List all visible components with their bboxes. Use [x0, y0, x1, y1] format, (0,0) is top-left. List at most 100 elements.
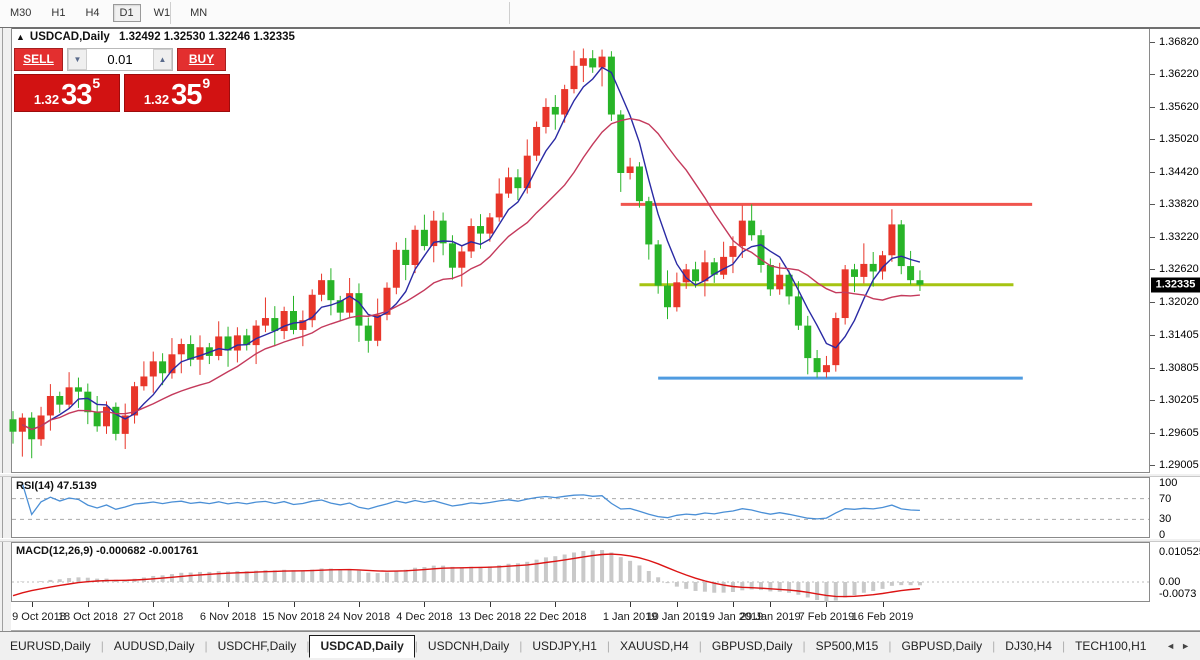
timeframe-button-d1[interactable]: D1	[113, 4, 141, 22]
axis-tick	[32, 602, 33, 607]
tab-gbpusd-daily[interactable]: GBPUSD,Daily	[891, 636, 992, 657]
axis-tick	[1150, 368, 1155, 369]
rsi-axis-label: 0	[1159, 529, 1165, 541]
x-axis-label: 27 Oct 2018	[123, 611, 183, 623]
axis-tick	[677, 602, 678, 607]
y-axis-label: 1.30205	[1159, 394, 1199, 406]
volume-stepper: ▼ 0.01 ▲	[67, 48, 173, 71]
axis-tick	[883, 602, 884, 607]
tab-sp500-m15[interactable]: SP500,M15	[806, 636, 889, 657]
collapse-trade-panel-icon[interactable]: ▲	[16, 32, 25, 42]
axis-tick	[1150, 400, 1155, 401]
rsi-axis-label: 70	[1159, 493, 1171, 505]
axis-tick	[228, 602, 229, 607]
macd-axis-label: 0.00	[1159, 576, 1180, 588]
rsi-axis-label: 30	[1159, 513, 1171, 525]
rsi-panel[interactable]	[11, 477, 1150, 538]
y-axis-label: 1.36220	[1159, 68, 1199, 80]
toolbar-separator	[170, 2, 171, 24]
volume-input[interactable]: 0.01	[87, 49, 153, 70]
x-axis-label: 18 Oct 2018	[58, 611, 118, 623]
macd-axis-label: 0.010525	[1159, 546, 1200, 558]
axis-tick	[770, 602, 771, 607]
buy-price-main: 35	[171, 82, 201, 108]
tab-scroll-arrows[interactable]: ◄►	[1166, 641, 1196, 651]
volume-increase-icon[interactable]: ▲	[153, 49, 172, 70]
rsi-value: 47.5139	[57, 480, 97, 492]
axis-tick	[1150, 269, 1155, 270]
tab-usdchf-daily[interactable]: USDCHF,Daily	[208, 636, 307, 657]
axis-tick	[1150, 433, 1155, 434]
y-axis-label: 1.35620	[1159, 101, 1199, 113]
buy-price-box[interactable]: 1.32359	[124, 74, 230, 112]
x-axis-label: 15 Nov 2018	[262, 611, 324, 623]
x-axis-label: 6 Nov 2018	[200, 611, 256, 623]
symbol-tab-bar: EURUSD,Daily|AUDUSD,Daily|USDCHF,Daily|U…	[0, 631, 1200, 660]
x-axis-label: 7 Feb 2019	[799, 611, 855, 623]
one-click-trade-widget: SELL ▼ 0.01 ▲ BUY 1.32335 1.32359	[14, 48, 230, 112]
axis-tick	[1150, 172, 1155, 173]
axis-tick	[424, 602, 425, 607]
tab-eurusd-daily[interactable]: EURUSD,Daily	[0, 636, 101, 657]
axis-tick	[359, 602, 360, 607]
chart-ohlc-quote: 1.32492 1.32530 1.32246 1.32335	[119, 31, 295, 43]
y-axis-label: 1.36820	[1159, 36, 1199, 48]
tab-gbpusd-daily[interactable]: GBPUSD,Daily	[702, 636, 803, 657]
macd-label: MACD(12,26,9) -0.000682 -0.001761	[16, 545, 198, 557]
axis-tick	[1150, 465, 1155, 466]
date-axis[interactable]: 9 Oct 201818 Oct 201827 Oct 20186 Nov 20…	[11, 602, 1200, 631]
buy-price-prefix: 1.32	[144, 92, 169, 108]
axis-tick	[294, 602, 295, 607]
axis-tick	[826, 602, 827, 607]
timeframe-button-h4[interactable]: H4	[78, 4, 106, 22]
axis-tick	[1150, 237, 1155, 238]
y-axis-label: 1.33220	[1159, 231, 1199, 243]
axis-tick	[1150, 139, 1155, 140]
x-axis-label: 13 Dec 2018	[459, 611, 521, 623]
axis-tick	[490, 602, 491, 607]
macd-axis-label: -0.0073	[1159, 588, 1196, 600]
y-axis-label: 1.30805	[1159, 362, 1199, 374]
tab-audusd-daily[interactable]: AUDUSD,Daily	[104, 636, 205, 657]
tab-usdcad-daily[interactable]: USDCAD,Daily	[309, 635, 414, 658]
tab-tech100-h1[interactable]: TECH100,H1	[1065, 636, 1156, 657]
chart-symbol-label: USDCAD,Daily	[30, 31, 110, 43]
axis-tick	[555, 602, 556, 607]
y-axis-label: 1.29005	[1159, 459, 1199, 471]
x-axis-label: 29 Jan 2019	[740, 611, 801, 623]
axis-tick	[630, 602, 631, 607]
x-axis-label: 16 Feb 2019	[852, 611, 914, 623]
axis-tick	[88, 602, 89, 607]
chart-title: ▲ USDCAD,Daily 1.32492 1.32530 1.32246 1.…	[16, 31, 295, 43]
tab-dj30-h4[interactable]: DJ30,H4	[995, 636, 1062, 657]
timeframe-button-m30[interactable]: M30	[3, 4, 38, 22]
axis-tick	[1150, 42, 1155, 43]
buy-price-pip: 9	[202, 68, 210, 98]
tab-usdjpy-h1[interactable]: USDJPY,H1	[522, 636, 606, 657]
x-axis-label: 4 Dec 2018	[396, 611, 452, 623]
volume-decrease-icon[interactable]: ▼	[68, 49, 87, 70]
timeframe-button-mn[interactable]: MN	[183, 4, 214, 22]
y-axis-label: 1.32020	[1159, 296, 1199, 308]
y-axis-label: 1.33820	[1159, 198, 1199, 210]
macd-values: -0.000682 -0.001761	[96, 545, 198, 557]
sell-button[interactable]: SELL	[14, 48, 63, 71]
timeframe-button-h1[interactable]: H1	[44, 4, 72, 22]
toolbar-separator	[509, 2, 510, 24]
rsi-label: RSI(14) 47.5139	[16, 480, 97, 492]
y-axis-label: 1.31405	[1159, 329, 1199, 341]
y-axis-label: 1.32620	[1159, 263, 1199, 275]
tab-xauusd-h4[interactable]: XAUUSD,H4	[610, 636, 699, 657]
tab-usdcnh-daily[interactable]: USDCNH,Daily	[418, 636, 519, 657]
timeframe-button-w1[interactable]: W1	[147, 4, 178, 22]
sell-price-pip: 5	[92, 68, 100, 98]
sell-price-box[interactable]: 1.32335	[14, 74, 120, 112]
x-axis-label: 22 Dec 2018	[524, 611, 586, 623]
sell-price-main: 33	[61, 82, 91, 108]
trading-app-window: M30H1H4D1W1MN 9 Oct 201818 Oct 201827 Oc…	[0, 0, 1200, 660]
rsi-axis-label: 100	[1159, 477, 1177, 489]
current-price-badge: 1.32335	[1151, 277, 1200, 292]
y-axis-label: 1.29605	[1159, 427, 1199, 439]
y-axis-label: 1.34420	[1159, 166, 1199, 178]
axis-tick	[1150, 107, 1155, 108]
